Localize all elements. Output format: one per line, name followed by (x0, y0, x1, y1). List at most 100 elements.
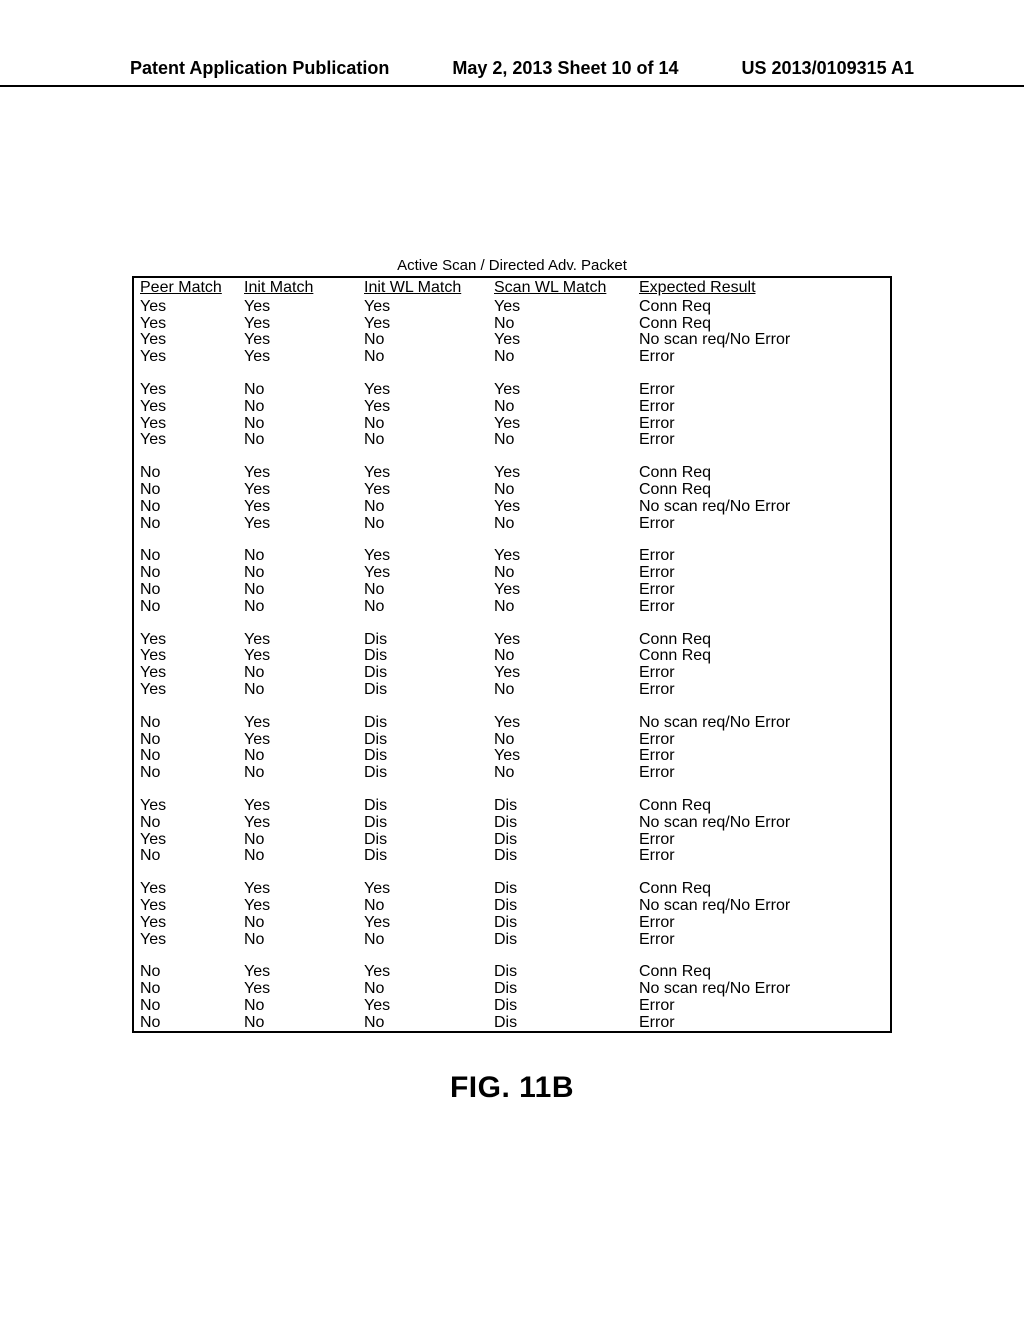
table-cell: Yes (358, 565, 488, 582)
group-gap (133, 865, 891, 881)
table-cell: Yes (238, 898, 358, 915)
table-cell: Yes (133, 332, 238, 349)
table-cell: Yes (488, 715, 633, 732)
table-cell: Yes (488, 499, 633, 516)
table-cell: No (238, 765, 358, 782)
table-cell: Yes (133, 932, 238, 949)
table-cell: Error (633, 416, 891, 433)
gap-cell (133, 366, 891, 382)
table-cell: No (358, 1015, 488, 1033)
table-cell: Error (633, 382, 891, 399)
table-row: YesNoYesNoError (133, 399, 891, 416)
table-cell: Dis (358, 715, 488, 732)
table-cell: Dis (488, 848, 633, 865)
table-cell: No (358, 932, 488, 949)
table-cell: No (238, 432, 358, 449)
table-cell: Yes (238, 349, 358, 366)
table-cell: Conn Req (633, 964, 891, 981)
table-cell: No (238, 382, 358, 399)
table-cell: Error (633, 682, 891, 699)
table-cell: Dis (358, 798, 488, 815)
table-cell: No (488, 316, 633, 333)
table-cell: No (358, 432, 488, 449)
table-row: NoYesDisYesNo scan req/No Error (133, 715, 891, 732)
table-cell: Dis (488, 798, 633, 815)
table-cell: No scan req/No Error (633, 898, 891, 915)
table-cell: No (133, 565, 238, 582)
table-row: YesYesDisYesConn Req (133, 632, 891, 649)
header-center: May 2, 2013 Sheet 10 of 14 (452, 58, 678, 79)
table-row: NoYesNoNoError (133, 516, 891, 533)
table-row: YesYesYesNoConn Req (133, 316, 891, 333)
table-cell: Yes (133, 881, 238, 898)
table-cell: No (133, 548, 238, 565)
table-cell: Error (633, 665, 891, 682)
table-cell: Yes (133, 416, 238, 433)
table-row: NoNoDisDisError (133, 848, 891, 865)
col-header: Peer Match (133, 277, 238, 299)
table-cell: Dis (488, 915, 633, 932)
table-cell: Dis (358, 648, 488, 665)
table-cell: No (238, 548, 358, 565)
table-cell: Dis (488, 898, 633, 915)
table-cell: No (488, 732, 633, 749)
table-cell: Error (633, 998, 891, 1015)
table-cell: Dis (488, 815, 633, 832)
table-cell: No (488, 482, 633, 499)
table-cell: Yes (133, 665, 238, 682)
table-cell: No (238, 665, 358, 682)
group-gap (133, 699, 891, 715)
table-cell: Yes (238, 981, 358, 998)
table-cell: No (358, 981, 488, 998)
table-cell: Error (633, 349, 891, 366)
table-cell: Error (633, 732, 891, 749)
table-cell: No scan req/No Error (633, 715, 891, 732)
gap-cell (133, 865, 891, 881)
table-cell: Yes (133, 798, 238, 815)
table-cell: No (358, 349, 488, 366)
table-cell: Dis (358, 632, 488, 649)
table-cell: Conn Req (633, 798, 891, 815)
table-cell: No (238, 998, 358, 1015)
table-cell: Yes (238, 516, 358, 533)
table-cell: No (133, 765, 238, 782)
table-cell: Error (633, 848, 891, 865)
table-cell: No (238, 748, 358, 765)
table-cell: Yes (238, 715, 358, 732)
table-cell: Yes (133, 632, 238, 649)
table-cell: Yes (488, 748, 633, 765)
table-row: YesNoYesYesError (133, 382, 891, 399)
table-row: NoYesDisDisNo scan req/No Error (133, 815, 891, 832)
table-cell: Yes (133, 682, 238, 699)
table-cell: Yes (488, 665, 633, 682)
table-row: NoNoDisYesError (133, 748, 891, 765)
table-cell: Yes (238, 732, 358, 749)
table-cell: Dis (358, 765, 488, 782)
table-cell: Yes (238, 881, 358, 898)
table-row: NoYesYesDisConn Req (133, 964, 891, 981)
table-row: NoNoNoNoError (133, 599, 891, 616)
table-cell: No (358, 516, 488, 533)
table-cell: Yes (133, 832, 238, 849)
table-cell: No scan req/No Error (633, 332, 891, 349)
table-cell: No (488, 599, 633, 616)
table-row: NoYesNoDisNo scan req/No Error (133, 981, 891, 998)
table-cell: Error (633, 548, 891, 565)
table-cell: Yes (488, 332, 633, 349)
table-cell: Yes (238, 648, 358, 665)
table-cell: Dis (488, 981, 633, 998)
table-row: YesYesNoDisNo scan req/No Error (133, 898, 891, 915)
table-row: YesYesDisDisConn Req (133, 798, 891, 815)
table-cell: No (358, 499, 488, 516)
table-cell: Yes (488, 582, 633, 599)
table-cell: Error (633, 582, 891, 599)
table-cell: No (488, 432, 633, 449)
table-row: NoNoNoDisError (133, 1015, 891, 1033)
table-cell: No (133, 732, 238, 749)
table-row: YesNoNoDisError (133, 932, 891, 949)
table-cell: Dis (488, 964, 633, 981)
col-header: Init WL Match (358, 277, 488, 299)
table-cell: Yes (133, 432, 238, 449)
table-cell: Yes (488, 299, 633, 316)
table-row: NoNoYesNoError (133, 565, 891, 582)
